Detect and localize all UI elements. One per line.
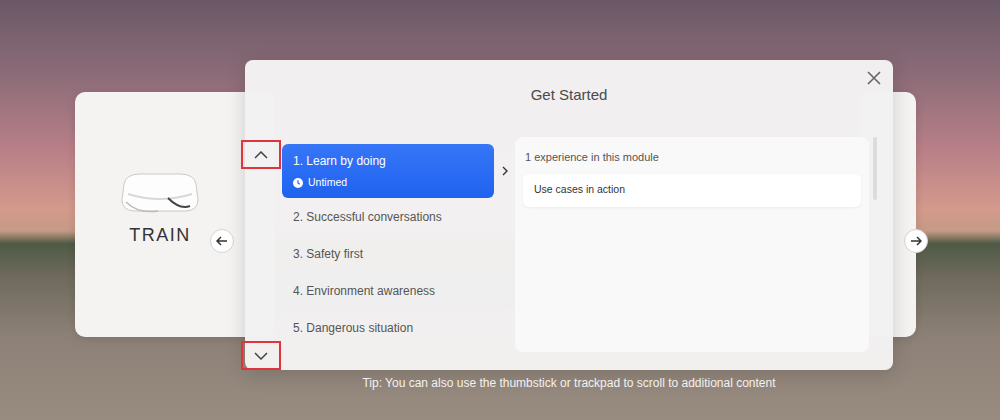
experience-item[interactable]: Use cases in action — [523, 174, 861, 207]
module-badge: Untimed — [293, 175, 483, 191]
scrollbar[interactable] — [873, 137, 877, 200]
module-item[interactable]: 4. Environment awareness — [282, 272, 494, 309]
chevron-right-icon — [502, 166, 508, 176]
badge-text: Untimed — [308, 175, 347, 191]
get-started-dialog: Get Started 1. Learn by doing Untimed 2. S… — [245, 60, 893, 370]
arrow-right-icon — [910, 235, 922, 247]
module-item[interactable]: 5. Dangerous situation — [282, 309, 494, 346]
module-label: 4. Environment awareness — [293, 282, 483, 300]
module-label: 5. Dangerous situation — [293, 319, 483, 337]
module-label: 2. Successful conversations — [293, 208, 483, 226]
module-list: 1. Learn by doing Untimed 2. Successful co… — [282, 137, 494, 370]
module-label: 3. Safety first — [293, 245, 483, 263]
card-title: TRAIN — [129, 222, 191, 249]
dialog-title: Get Started — [531, 84, 608, 107]
experience-count: 1 experience in this module — [523, 149, 861, 166]
clock-icon — [293, 178, 303, 188]
headset-icon — [118, 170, 202, 216]
highlight-box — [254, 151, 268, 159]
arrow-left-icon — [216, 235, 228, 247]
module-item[interactable]: 2. Successful conversations — [282, 198, 494, 235]
close-button[interactable] — [867, 71, 881, 85]
tip-text: Tip: You can also use the thumbstick or … — [245, 374, 893, 392]
module-item[interactable]: 1. Learn by doing Untimed — [282, 144, 494, 198]
scroll-controls — [241, 137, 281, 370]
close-icon — [867, 71, 881, 85]
highlight-box — [254, 352, 268, 360]
scroll-up-button[interactable] — [241, 140, 281, 169]
chevron-column — [494, 137, 515, 370]
module-item[interactable]: 3. Safety first — [282, 235, 494, 272]
next-button[interactable] — [904, 229, 928, 253]
selected-indicator — [494, 144, 515, 198]
previous-button[interactable] — [210, 229, 234, 253]
module-label: 1. Learn by doing — [293, 152, 483, 170]
chevron-down-icon — [254, 352, 268, 360]
chevron-up-icon — [254, 151, 268, 159]
scroll-down-button[interactable] — [241, 341, 281, 370]
module-detail: 1 experience in this module Use cases in … — [515, 137, 869, 352]
